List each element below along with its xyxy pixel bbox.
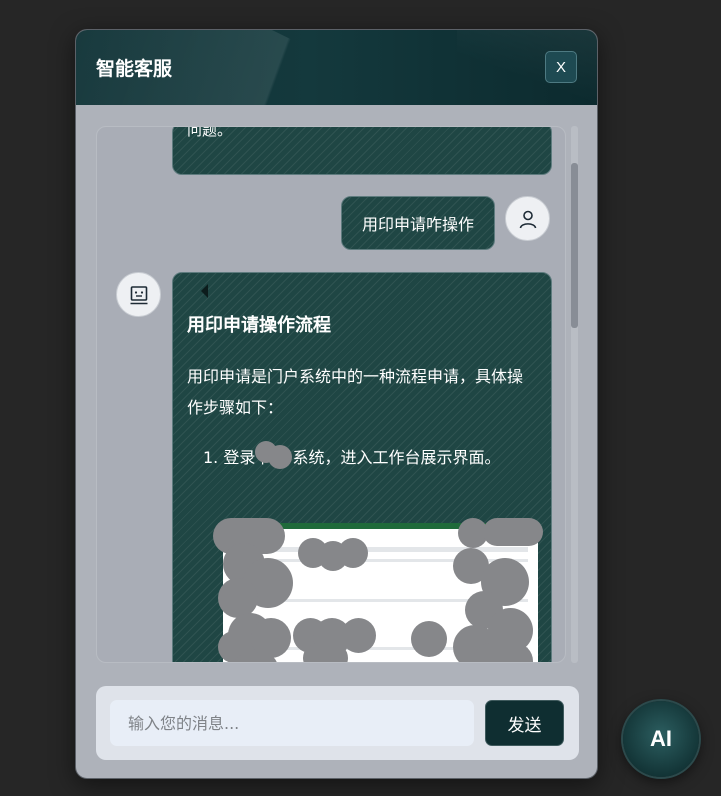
user-message-text: 用印申请咋操作	[361, 215, 474, 234]
send-button[interactable]: 发送	[485, 700, 564, 746]
composer: 发送	[96, 686, 579, 760]
close-button[interactable]: X	[545, 51, 577, 83]
answer-heading: 用印申请操作流程	[187, 315, 331, 336]
scrollbar-thumb[interactable]	[571, 163, 578, 328]
bubble-pointer	[201, 284, 208, 298]
chat-window: 智能客服 X 问题。 用印申请咋操作 用印申请操作流程 用印申请是门户系统中的一…	[75, 29, 598, 779]
bot-answer-bubble: 用印申请操作流程 用印申请是门户系统中的一种流程申请，具体操作步骤如下： 1. …	[172, 272, 552, 662]
ai-assistant-button[interactable]: AI	[623, 701, 699, 777]
robot-icon	[130, 285, 147, 304]
chat-title: 智能客服	[96, 58, 173, 80]
message-input[interactable]	[110, 700, 474, 746]
bot-message-text: 问题。	[187, 126, 233, 139]
user-avatar	[505, 196, 550, 241]
bot-avatar	[116, 272, 161, 317]
bot-message-bubble: 问题。	[172, 126, 552, 175]
user-message-bubble: 用印申请咋操作	[341, 196, 495, 250]
answer-intro: 用印申请是门户系统中的一种流程申请，具体操作步骤如下：	[187, 367, 524, 417]
answer-step: 1. 登录 门户系统，进入工作台展示界面。	[203, 448, 501, 467]
chat-header: 智能客服 X	[76, 30, 597, 105]
message-list[interactable]: 问题。 用印申请咋操作 用印申请操作流程 用印申请是门户系统中的一种流程申请，具…	[96, 126, 566, 663]
user-icon	[519, 210, 536, 228]
